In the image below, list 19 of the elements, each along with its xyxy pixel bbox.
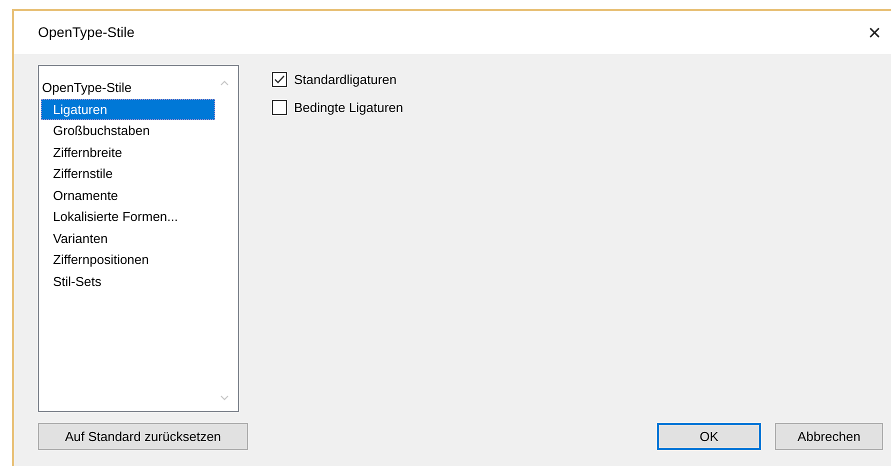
checkbox[interactable] — [272, 72, 287, 88]
list-item[interactable]: Ligaturen — [41, 98, 215, 120]
list-item[interactable]: Großbuchstaben — [41, 120, 215, 142]
list-item[interactable]: Lokalisierte Formen... — [41, 206, 215, 228]
list-item[interactable]: Ornamente — [41, 184, 215, 206]
cancel-button[interactable]: Abbrechen — [775, 423, 883, 450]
list-item[interactable]: Ziffernstile — [41, 163, 215, 184]
checkbox-label[interactable]: Standardligaturen — [294, 70, 397, 90]
window-title: OpenType-Stile — [38, 23, 134, 42]
list-item[interactable]: Ziffernpositionen — [41, 249, 215, 270]
list-item[interactable]: Stil-Sets — [41, 270, 215, 292]
reset-button[interactable]: Auf Standard zurücksetzen — [38, 423, 248, 450]
list-item[interactable]: Varianten — [41, 228, 215, 249]
ok-button[interactable]: OK — [657, 423, 761, 450]
checkbox-label[interactable]: Bedingte Ligaturen — [294, 98, 404, 117]
close-button[interactable]: × — [864, 22, 885, 44]
list-item[interactable]: Ziffernbreite — [41, 142, 215, 163]
list-item[interactable]: OpenType-Stile — [41, 77, 215, 98]
checkbox[interactable] — [272, 100, 287, 115]
